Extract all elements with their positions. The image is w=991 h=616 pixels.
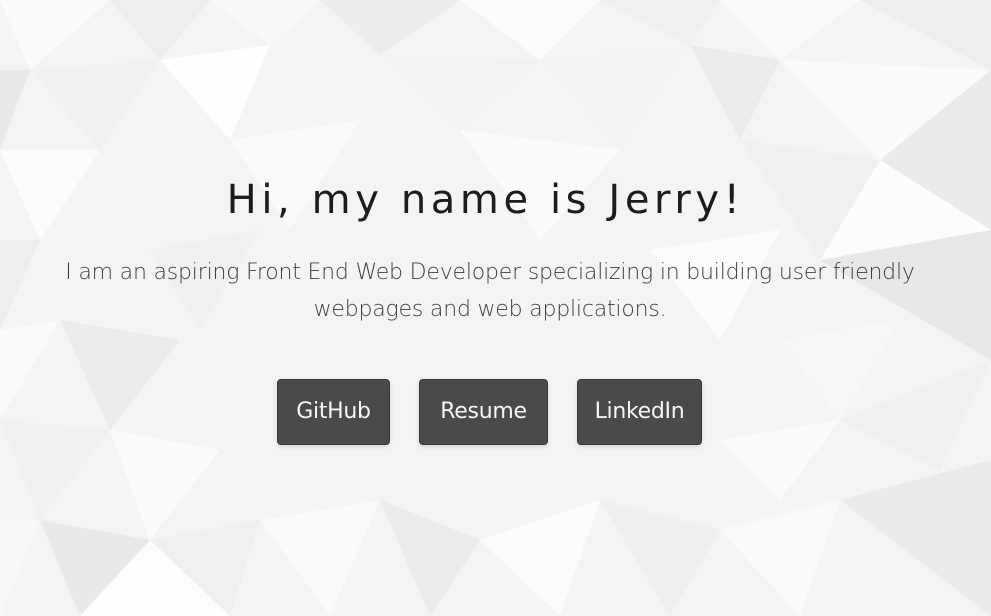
intro-text: I am an aspiring Front End Web Developer… (65, 260, 915, 322)
hero-section: Hi, my name is Jerry! I am an aspiring F… (0, 0, 991, 616)
page-title: Hi, my name is Jerry! (226, 177, 745, 223)
linkedin-button[interactable]: LinkedIn (577, 379, 702, 445)
resume-button[interactable]: Resume (419, 379, 548, 445)
github-button[interactable]: GitHub (277, 379, 390, 445)
